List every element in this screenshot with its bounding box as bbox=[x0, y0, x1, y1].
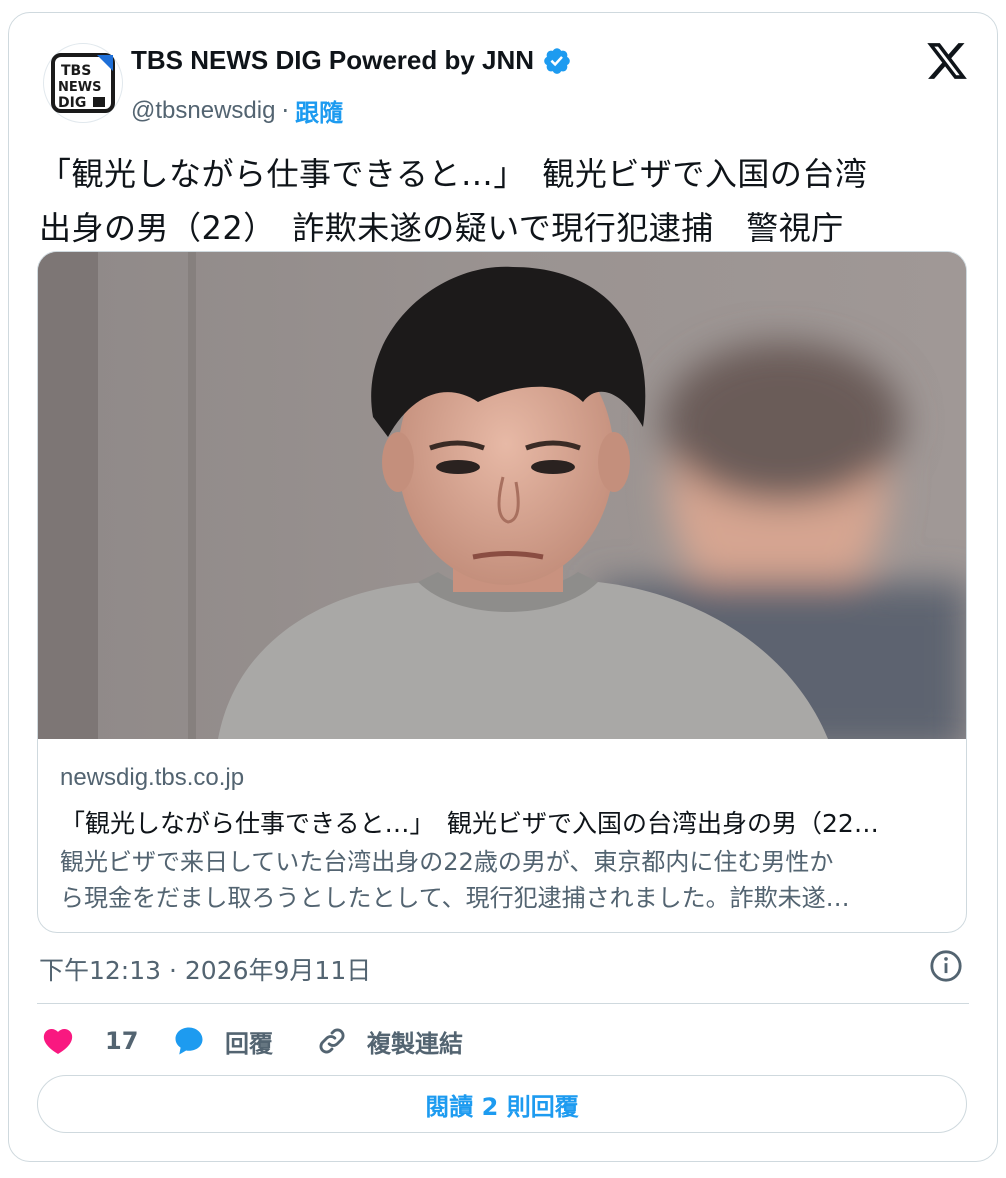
separator-dot: · bbox=[281, 96, 290, 125]
read-replies-button[interactable]: 閱讀 2 則回覆 bbox=[37, 1075, 967, 1133]
svg-text:TBS: TBS bbox=[61, 63, 91, 79]
x-logo-icon[interactable] bbox=[925, 39, 969, 83]
link-description-line-1: 観光ビザで来日していた台湾出身の22歳の男が、東京都内に住む男性か bbox=[60, 848, 834, 876]
tweet-embed-card: TBS NEWS DIG TBS NEWS DIG Powered by JNN… bbox=[8, 12, 998, 1162]
reply-button[interactable]: 回覆 bbox=[171, 1019, 273, 1063]
tweet-text-line-1: 「観光しながら仕事できると…」 観光ビザで入国の台湾 bbox=[39, 155, 868, 193]
link-meta: newsdig.tbs.co.jp 「観光しながら仕事できると…」 観光ビザで入… bbox=[60, 764, 944, 916]
account-avatar[interactable]: TBS NEWS DIG bbox=[43, 43, 123, 123]
account-name[interactable]: TBS NEWS DIG Powered by JNN bbox=[131, 45, 534, 76]
tweet-text-line-2: 出身の男（22） 詐欺未遂の疑いで現行犯逮捕 警視庁 bbox=[39, 209, 844, 247]
tweet-timestamp[interactable]: 下午12:13 · 2026年9月11日 bbox=[39, 951, 371, 987]
reply-bubble-icon bbox=[175, 1027, 203, 1055]
link-domain: newsdig.tbs.co.jp bbox=[60, 764, 245, 791]
link-preview-card[interactable]: newsdig.tbs.co.jp 「観光しながら仕事できると…」 観光ビザで入… bbox=[37, 251, 967, 933]
account-handle[interactable]: @tbsnewsdig bbox=[131, 97, 275, 125]
like-count: 17 bbox=[105, 1027, 139, 1055]
verified-badge-icon bbox=[544, 47, 570, 74]
account-name-row: TBS NEWS DIG Powered by JNN bbox=[131, 45, 572, 76]
like-button[interactable]: 17 bbox=[41, 1019, 138, 1063]
svg-text:NEWS: NEWS bbox=[58, 80, 101, 95]
copy-link-label: 複製連結 bbox=[367, 1029, 463, 1058]
article-photo bbox=[38, 252, 966, 739]
tbs-news-dig-logo: TBS NEWS DIG bbox=[51, 53, 115, 113]
heart-icon bbox=[43, 1028, 73, 1054]
news-photo-illustration bbox=[38, 252, 966, 739]
svg-text:DIG: DIG bbox=[58, 95, 86, 111]
copy-link-button[interactable]: 複製連結 bbox=[315, 1019, 463, 1063]
reply-label: 回覆 bbox=[225, 1029, 273, 1058]
link-description: 観光ビザで来日していた台湾出身の22歳の男が、東京都内に住む男性か ら現金をだま… bbox=[60, 844, 944, 916]
info-icon[interactable] bbox=[929, 949, 963, 983]
link-icon bbox=[319, 1028, 345, 1054]
divider bbox=[37, 1003, 969, 1004]
follow-button[interactable]: 跟隨 bbox=[295, 93, 343, 128]
tweet-text: 「観光しながら仕事できると…」 観光ビザで入国の台湾 出身の男（22） 詐欺未遂… bbox=[39, 147, 969, 255]
link-title[interactable]: 「観光しながら仕事できると…」 観光ビザで入国の台湾出身の男（22… bbox=[60, 804, 944, 844]
handle-row: @tbsnewsdig · 跟隨 bbox=[131, 93, 343, 128]
link-description-line-2: ら現金をだまし取ろうとしたとして、現行犯逮捕されました。詐欺未遂… bbox=[60, 884, 850, 912]
